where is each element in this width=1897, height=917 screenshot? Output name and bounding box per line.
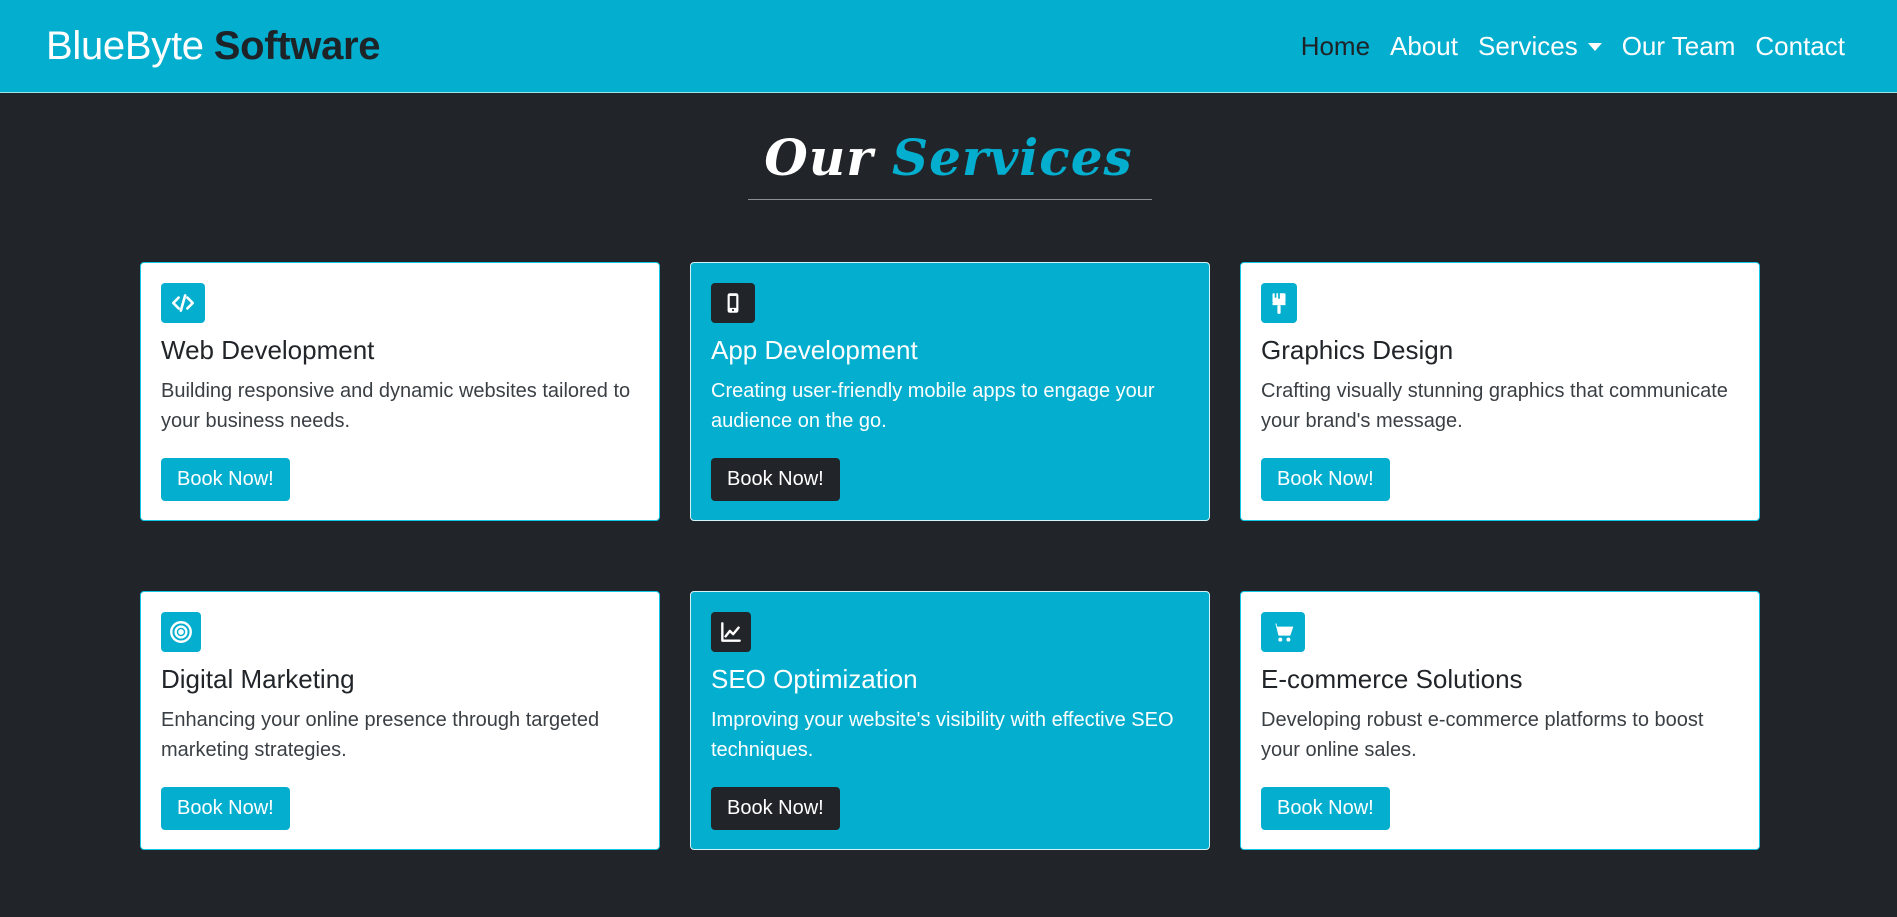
brand-name-part2: Software: [213, 23, 381, 68]
nav-menu: Home About Services Our Team Contact: [1301, 31, 1845, 62]
chart-line-icon: [711, 612, 751, 652]
brand-name-part1: BlueByte: [46, 23, 204, 68]
title-divider: [748, 199, 1152, 200]
card-description: Developing robust e-commerce platforms t…: [1261, 709, 1704, 762]
card-title: SEO Optimization: [711, 664, 918, 694]
nav-link-about[interactable]: About: [1390, 31, 1458, 62]
card-title: Graphics Design: [1261, 335, 1454, 365]
section-title-part1: Our: [764, 128, 874, 187]
card-title: Web Development: [161, 335, 375, 365]
nav-link-home[interactable]: Home: [1301, 31, 1370, 62]
service-card-app-development: App Development Creating user-friendly m…: [690, 262, 1210, 521]
nav-link-team[interactable]: Our Team: [1622, 31, 1736, 62]
card-description: Crafting visually stunning graphics that…: [1261, 380, 1728, 433]
service-card-seo-optimization: SEO Optimization Improving your website'…: [690, 591, 1210, 850]
card-title: E-commerce Solutions: [1261, 664, 1523, 694]
caret-down-icon: [1587, 43, 1602, 51]
book-now-button[interactable]: Book Now!: [711, 458, 840, 502]
nav-link-contact[interactable]: Contact: [1755, 31, 1845, 62]
navbar: BlueByte Software Home About Services Ou…: [0, 0, 1897, 93]
service-card-web-development: Web Development Building responsive and …: [140, 262, 660, 521]
card-title: Digital Marketing: [161, 664, 355, 694]
section-title-part2: Services: [891, 128, 1133, 187]
paintbrush-icon: [1261, 283, 1297, 323]
code-icon: [161, 283, 205, 323]
card-description: Building responsive and dynamic websites…: [161, 380, 631, 433]
service-card-graphics-design: Graphics Design Crafting visually stunni…: [1240, 262, 1760, 521]
target-icon: [161, 612, 201, 652]
cart-icon: [1261, 612, 1305, 652]
nav-services-label: Services: [1478, 30, 1578, 61]
mobile-icon: [711, 283, 755, 323]
book-now-button[interactable]: Book Now!: [1261, 458, 1390, 502]
book-now-button[interactable]: Book Now!: [161, 787, 290, 831]
book-now-button[interactable]: Book Now!: [711, 787, 840, 831]
section-title: Our Services: [0, 128, 1897, 187]
card-title: App Development: [711, 335, 918, 365]
card-description: Improving your website's visibility with…: [711, 709, 1174, 762]
nav-dropdown-services[interactable]: Services: [1478, 31, 1602, 62]
service-card-ecommerce-solutions: E-commerce Solutions Developing robust e…: [1240, 591, 1760, 850]
book-now-button[interactable]: Book Now!: [1261, 787, 1390, 831]
card-description: Enhancing your online presence through t…: [161, 709, 600, 762]
card-description: Creating user-friendly mobile apps to en…: [711, 380, 1155, 433]
service-card-digital-marketing: Digital Marketing Enhancing your online …: [140, 591, 660, 850]
book-now-button[interactable]: Book Now!: [161, 458, 290, 502]
brand-logo[interactable]: BlueByte Software: [46, 23, 381, 69]
